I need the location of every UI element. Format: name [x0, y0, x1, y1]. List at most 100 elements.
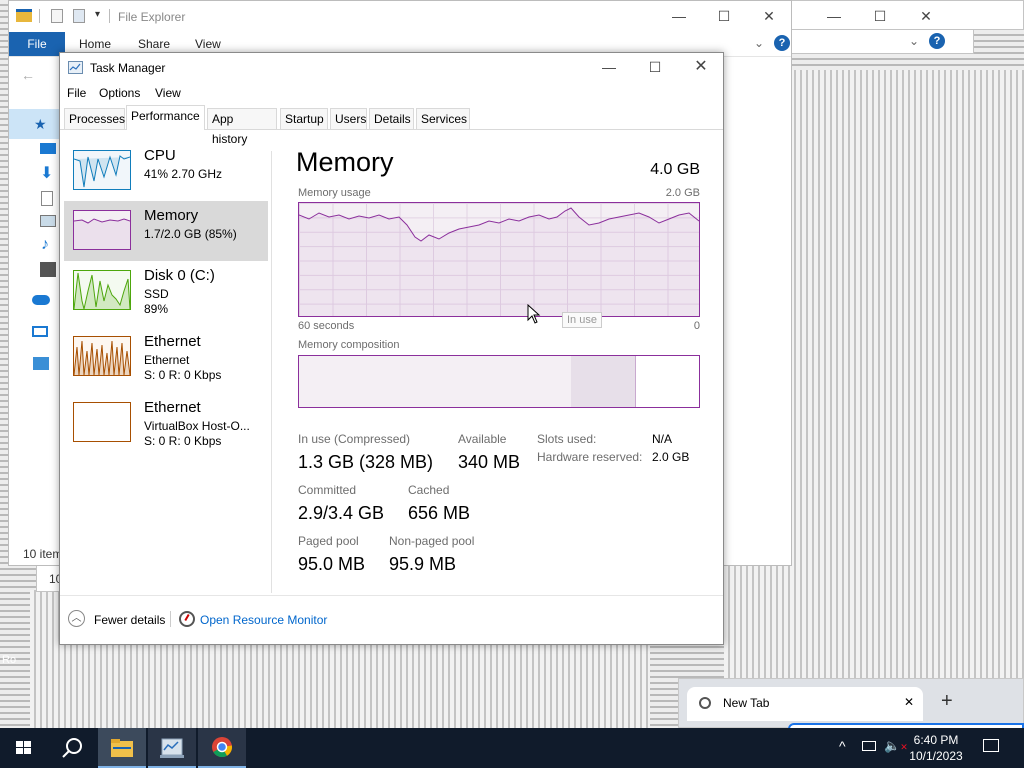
- quick-access-chevron-icon[interactable]: ▾: [95, 9, 100, 20]
- chrome-tab[interactable]: New Tab ✕: [687, 687, 923, 721]
- sidebar-disk-type: SSD: [144, 287, 169, 301]
- search-icon[interactable]: [48, 728, 96, 768]
- chrome-tab-title: New Tab: [723, 696, 770, 710]
- sidebar-ethernet-2-rate: S: 0 R: 0 Kbps: [144, 434, 222, 448]
- chrome-favicon-icon: [699, 697, 711, 709]
- close-tab-icon[interactable]: ✕: [904, 695, 914, 709]
- composition-in-use[interactable]: [299, 356, 572, 407]
- memory-thumbnail-graph: [73, 210, 131, 250]
- memory-usage-graph[interactable]: [298, 202, 700, 317]
- clock-time[interactable]: 6:40 PM: [905, 733, 967, 747]
- quick-access-icon[interactable]: ★: [34, 116, 47, 133]
- help-icon[interactable]: ?: [929, 33, 945, 49]
- taskbar: ^ 🔈✕ 6:40 PM 10/1/2023: [0, 728, 1024, 768]
- back-arrow-icon[interactable]: ←: [21, 67, 35, 83]
- help-icon[interactable]: ?: [774, 35, 790, 51]
- committed-value: 2.9/3.4 GB: [298, 503, 385, 523]
- tab-app-history[interactable]: App history: [207, 108, 277, 146]
- open-resource-monitor-link[interactable]: Open Resource Monitor: [200, 613, 327, 627]
- tab-services[interactable]: Services: [416, 108, 470, 129]
- close-icon[interactable]: ✕: [754, 5, 784, 27]
- file-explorer-titlebar[interactable]: ▾ File Explorer — ☐ ✕: [9, 1, 791, 32]
- clock-date[interactable]: 10/1/2023: [905, 749, 967, 763]
- properties-icon[interactable]: [51, 9, 63, 23]
- minimize-icon[interactable]: —: [594, 56, 624, 78]
- in-use-label: In use (Compressed): [298, 432, 411, 446]
- sidebar-item-disk[interactable]: Disk 0 (C:) SSD 89%: [64, 261, 268, 321]
- minimize-icon[interactable]: —: [819, 5, 849, 27]
- cpu-thumbnail-graph: [73, 150, 131, 190]
- sidebar-item-memory[interactable]: Memory 1.7/2.0 GB (85%): [64, 201, 268, 261]
- tab-processes[interactable]: Processes: [64, 108, 125, 129]
- chevron-down-icon[interactable]: ⌄: [754, 36, 764, 50]
- in-use-value: 1.3 GB (328 MB): [298, 452, 434, 472]
- maximize-icon[interactable]: ☐: [865, 5, 895, 27]
- tab-details[interactable]: Details: [369, 108, 414, 129]
- task-manager-titlebar[interactable]: Task Manager — ☐ ✕: [60, 53, 723, 83]
- menu-file[interactable]: File: [67, 86, 86, 100]
- composition-modified[interactable]: [571, 356, 636, 407]
- mouse-cursor-icon: [527, 304, 541, 324]
- sidebar-item-ethernet-1[interactable]: Ethernet Ethernet S: 0 R: 0 Kbps: [64, 327, 268, 387]
- recycle-bin-label[interactable]: Ro: [2, 654, 16, 666]
- available-label: Available: [458, 432, 507, 446]
- sidebar-memory-name: Memory: [144, 207, 199, 224]
- sidebar-disk-name: Disk 0 (C:): [144, 267, 215, 284]
- chrome-taskbar-icon[interactable]: [198, 728, 246, 768]
- background-window-ribbon: ⌄ ?: [790, 30, 974, 54]
- file-explorer-taskbar-icon[interactable]: [98, 728, 146, 768]
- divider: [109, 9, 110, 23]
- sidebar-item-cpu[interactable]: CPU 41% 2.70 GHz: [64, 141, 268, 201]
- graph-x-right: 0: [693, 320, 700, 332]
- new-tab-icon[interactable]: +: [941, 690, 953, 713]
- hardware-reserved-label: Hardware reserved:: [537, 450, 643, 464]
- maximize-icon[interactable]: ☐: [709, 5, 739, 27]
- show-hidden-icons-chevron-icon[interactable]: ^: [839, 738, 846, 754]
- music-icon[interactable]: ♪: [41, 236, 49, 254]
- window-title: Task Manager: [90, 61, 166, 75]
- documents-icon[interactable]: [41, 191, 53, 206]
- memory-composition-label: Memory composition: [298, 339, 400, 351]
- minimize-icon[interactable]: —: [664, 5, 694, 27]
- fewer-details-label: Fewer details: [94, 613, 166, 627]
- graph-x-left: 60 seconds: [298, 320, 355, 332]
- ethernet-thumbnail-graph: [73, 336, 131, 376]
- memory-usage-label: Memory usage: [298, 187, 371, 199]
- cached-value: 656 MB: [408, 503, 471, 523]
- network-icon[interactable]: [33, 357, 49, 370]
- available-value: 340 MB: [458, 452, 521, 472]
- sidebar-memory-detail: 1.7/2.0 GB (85%): [144, 227, 237, 241]
- non-paged-pool-value: 95.9 MB: [389, 554, 457, 574]
- background-window[interactable]: — ☐ ✕: [790, 0, 1024, 30]
- hardware-reserved-value: 2.0 GB: [652, 450, 690, 464]
- menu-view[interactable]: View: [155, 86, 181, 100]
- network-status-icon[interactable]: [862, 741, 876, 751]
- onedrive-icon[interactable]: [32, 295, 50, 305]
- close-icon[interactable]: ✕: [686, 56, 716, 78]
- task-manager-taskbar-icon[interactable]: [148, 728, 196, 768]
- maximize-icon[interactable]: ☐: [640, 56, 670, 78]
- memory-composition-bar[interactable]: [298, 355, 700, 408]
- task-manager-window[interactable]: Task Manager — ☐ ✕ File Options View Pro…: [59, 52, 724, 645]
- videos-icon[interactable]: [40, 262, 56, 277]
- non-paged-pool-label: Non-paged pool: [389, 534, 475, 548]
- chrome-window[interactable]: New Tab ✕ +: [678, 678, 1024, 728]
- tab-startup[interactable]: Startup: [280, 108, 328, 129]
- close-icon[interactable]: ✕: [911, 5, 941, 27]
- committed-label: Committed: [298, 483, 357, 497]
- tab-performance[interactable]: Performance: [126, 105, 205, 130]
- menu-options[interactable]: Options: [99, 86, 140, 100]
- new-folder-icon[interactable]: [73, 9, 85, 23]
- desktop-icon[interactable]: [40, 143, 56, 154]
- notification-center-icon[interactable]: [983, 739, 999, 752]
- chevron-down-icon[interactable]: ⌄: [909, 34, 919, 48]
- file-tab[interactable]: File: [9, 32, 65, 56]
- downloads-icon[interactable]: ⬇: [40, 163, 53, 183]
- start-button[interactable]: [0, 728, 48, 768]
- pictures-icon[interactable]: [40, 215, 56, 227]
- this-pc-icon[interactable]: [32, 326, 48, 337]
- tab-users[interactable]: Users: [330, 108, 367, 129]
- disk-thumbnail-graph: [73, 270, 131, 310]
- sidebar-item-ethernet-2[interactable]: Ethernet VirtualBox Host-O... S: 0 R: 0 …: [64, 393, 268, 453]
- divider: [39, 9, 40, 23]
